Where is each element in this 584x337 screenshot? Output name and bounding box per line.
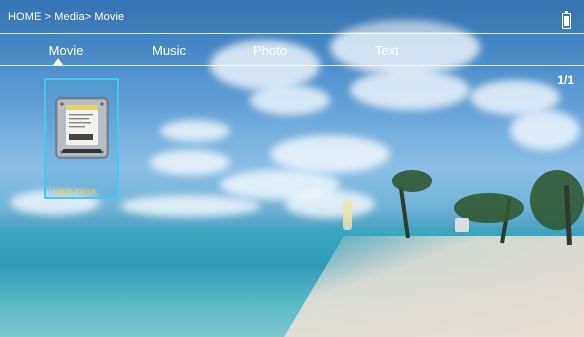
tab-music[interactable]: Music [124, 43, 214, 58]
usb-disk-item[interactable]: USB DISK [44, 78, 119, 199]
header-divider [0, 33, 584, 34]
selected-tab-indicator [53, 58, 63, 65]
battery-icon [562, 11, 571, 29]
page-indicator: 1/1 [557, 73, 574, 87]
item-label: USB DISK [53, 187, 98, 198]
tab-bar: Movie Music Photo Text [0, 36, 584, 64]
hard-disk-icon [55, 97, 109, 159]
tab-text[interactable]: Text [342, 43, 432, 58]
media-browser-screen: HOME > Media> Movie Movie Music Photo Te… [0, 0, 584, 337]
breadcrumb: HOME > Media> Movie [8, 11, 125, 23]
tab-movie[interactable]: Movie [21, 43, 111, 58]
tab-photo[interactable]: Photo [225, 43, 315, 58]
tabs-divider [0, 65, 584, 66]
